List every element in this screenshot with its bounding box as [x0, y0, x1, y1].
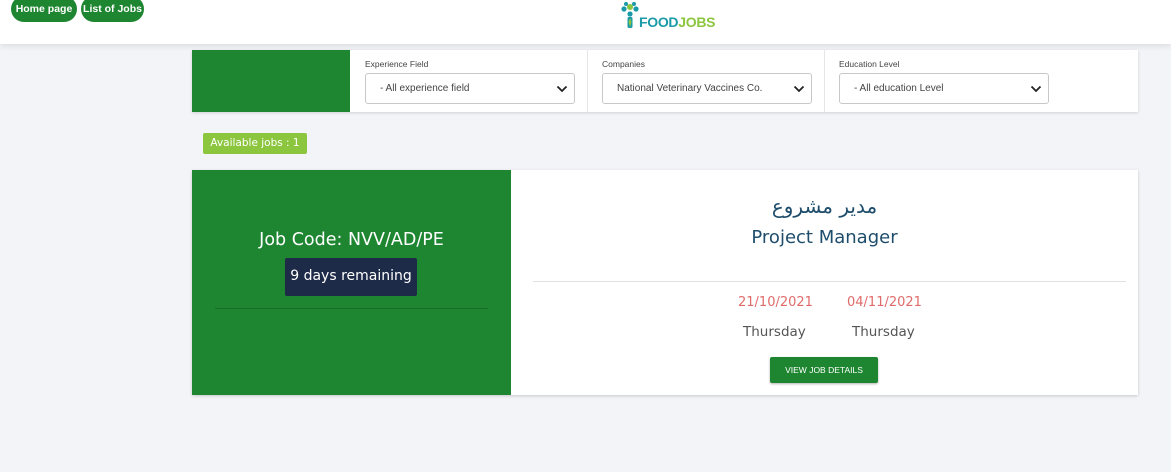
start-date: 21/10/2021	[738, 295, 813, 310]
job-card: Job Code: NVV/AD/PE 9 days remaining مدي…	[192, 170, 1138, 395]
filter-panel: Experience Field - All experience field …	[192, 50, 1138, 112]
companies-label: Companies	[602, 59, 645, 69]
experience-field-label: Experience Field	[365, 59, 429, 69]
logo-food: FOOD	[639, 14, 679, 30]
job-code: Job Code: NVV/AD/PE	[259, 230, 444, 250]
education-level-select[interactable]: - All education Level	[839, 73, 1049, 104]
top-header: Home page List of Jobs FOODJOBS	[0, 0, 1171, 44]
nav-list-of-jobs-button[interactable]: List of Jobs	[81, 0, 144, 22]
summary-divider	[215, 308, 488, 309]
job-title-english: Project Manager	[751, 227, 898, 248]
chevron-down-icon	[1030, 85, 1042, 93]
view-job-details-button[interactable]: VIEW JOB DETAILS	[770, 357, 878, 383]
experience-field-select[interactable]: - All experience field	[365, 73, 575, 104]
logo-wordmark: FOODJOBS	[639, 14, 715, 30]
job-card-summary: Job Code: NVV/AD/PE 9 days remaining	[192, 170, 511, 395]
education-level-label: Education Level	[839, 59, 900, 69]
chevron-down-icon	[556, 85, 568, 93]
experience-field-value: - All experience field	[380, 83, 470, 94]
filter-panel-accent	[192, 50, 350, 112]
foodjobs-logo[interactable]: FOODJOBS	[619, 0, 719, 34]
education-level-value: - All education Level	[854, 83, 944, 94]
tree-person-icon	[621, 2, 639, 28]
companies-filter: Companies National Veterinary Vaccines C…	[587, 50, 824, 112]
chevron-down-icon	[793, 85, 805, 93]
days-remaining-badge: 9 days remaining	[285, 258, 417, 296]
job-card-divider	[533, 281, 1126, 282]
companies-select[interactable]: National Veterinary Vaccines Co.	[602, 73, 812, 104]
job-title-arabic: مدير مشروع	[771, 194, 878, 218]
start-day: Thursday	[743, 324, 806, 340]
end-day: Thursday	[852, 324, 915, 340]
companies-value: National Veterinary Vaccines Co.	[617, 83, 763, 94]
available-jobs-badge: Available jobs : 1	[203, 133, 307, 154]
logo-jobs: JOBS	[678, 14, 716, 30]
experience-filter: Experience Field - All experience field	[350, 50, 587, 112]
education-filter: Education Level - All education Level	[824, 50, 1061, 112]
nav-home-button[interactable]: Home page	[11, 0, 77, 22]
end-date: 04/11/2021	[847, 295, 922, 310]
